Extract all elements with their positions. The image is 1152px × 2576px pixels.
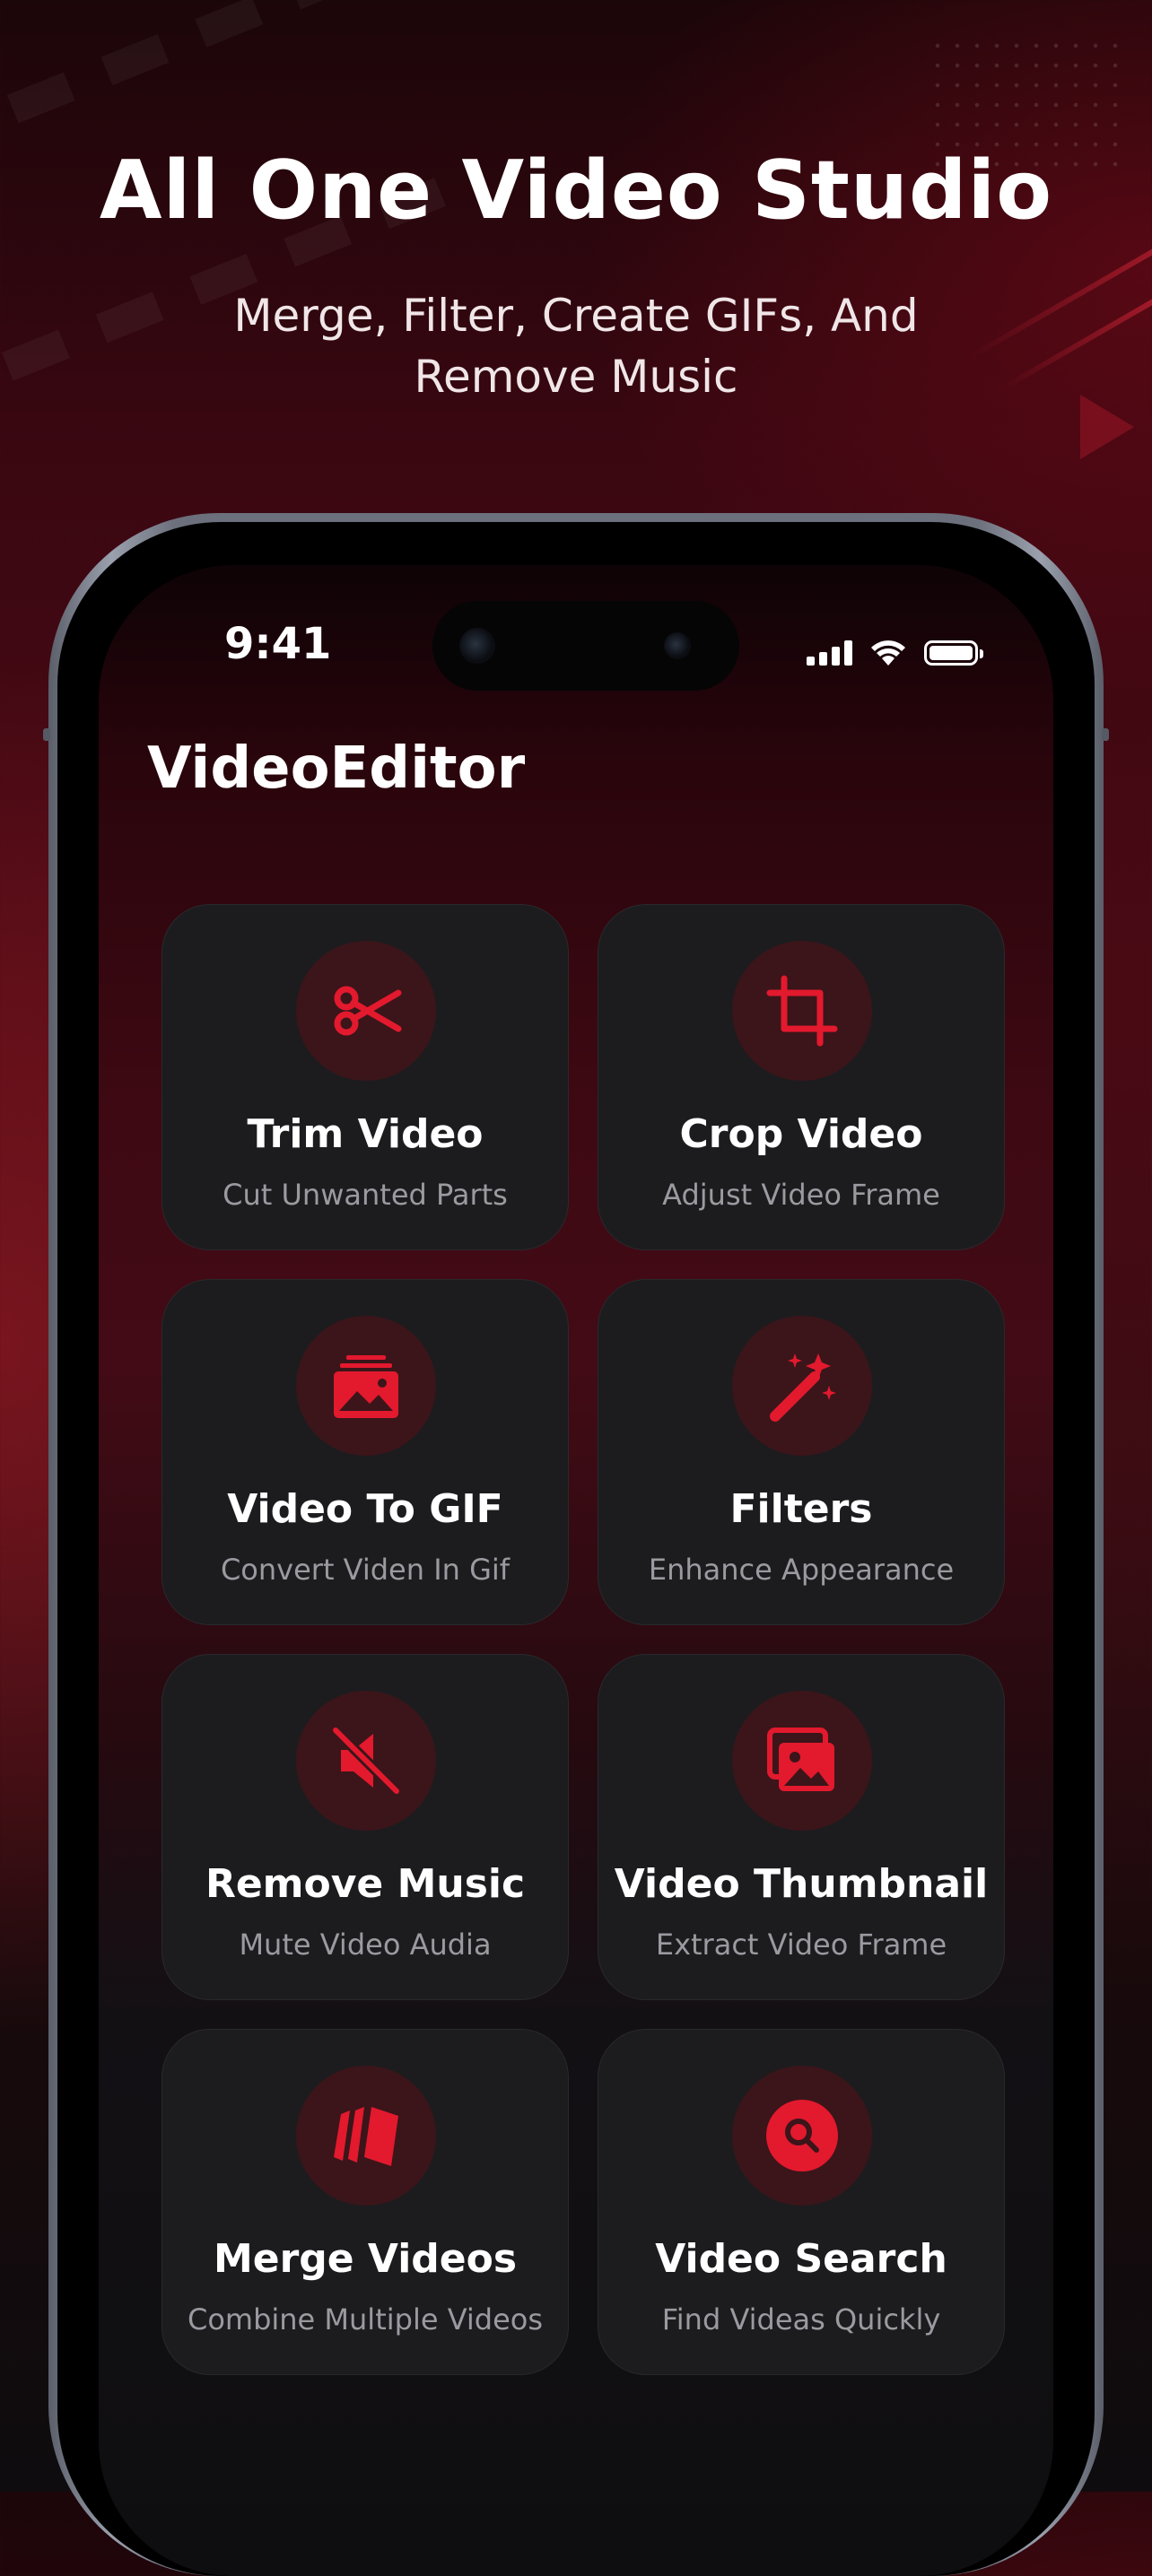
phone-side-button — [43, 728, 50, 741]
tool-subtitle: Mute Video Audia — [239, 1928, 492, 1962]
icon-badge — [732, 941, 872, 1081]
dynamic-island — [432, 601, 739, 691]
icon-badge — [732, 1691, 872, 1831]
camera-lens-icon — [459, 628, 495, 664]
cellular-signal-icon — [807, 640, 852, 666]
tool-title: Video Search — [655, 2236, 947, 2282]
tool-subtitle: Find Videas Quickly — [661, 2302, 941, 2337]
tool-card-crop-video[interactable]: Crop Video Adjust Video Frame — [598, 904, 1005, 1250]
tool-title: Trim Video — [247, 1111, 484, 1157]
tool-subtitle: Enhance Appearance — [648, 1553, 955, 1587]
tool-card-video-search[interactable]: Video Search Find Videas Quickly — [598, 2029, 1005, 2375]
tool-subtitle: Adjust Video Frame — [662, 1178, 940, 1212]
tool-card-video-thumbnail[interactable]: Video Thumbnail Extract Video Frame — [598, 1654, 1005, 2000]
sensor-icon — [664, 632, 691, 659]
tool-card-remove-music[interactable]: Remove Music Mute Video Audia — [161, 1654, 569, 2000]
tools-grid: Trim Video Cut Unwanted Parts Crop Video… — [161, 904, 1046, 2375]
scissors-icon — [334, 986, 402, 1036]
phone-screen: 9:41 VideoEditor Trim Video Cut Unwanted… — [99, 565, 1053, 2576]
tool-title: Merge Videos — [213, 2236, 518, 2282]
battery-icon — [924, 640, 983, 666]
light-streak-decoration — [1000, 296, 1152, 391]
tool-subtitle: Convert Viden In Gif — [220, 1553, 511, 1587]
tool-title: Video Thumbnail — [614, 1861, 989, 1907]
phone-mockup: 9:41 VideoEditor Trim Video Cut Unwanted… — [43, 513, 1109, 2576]
magic-wand-icon — [770, 1353, 836, 1422]
tool-title: Filters — [729, 1486, 873, 1532]
status-time: 9:41 — [224, 619, 332, 669]
tool-subtitle: Combine Multiple Videos — [187, 2302, 544, 2337]
tool-card-filters[interactable]: Filters Enhance Appearance — [598, 1279, 1005, 1625]
icon-badge — [732, 2066, 872, 2206]
light-streak-decoration — [968, 238, 1152, 360]
gallery-icon — [767, 1727, 834, 1791]
image-stack-icon — [334, 1355, 398, 1418]
icon-badge — [296, 1316, 436, 1456]
icon-badge — [296, 1691, 436, 1831]
tool-subtitle: Cut Unwanted Parts — [223, 1178, 508, 1212]
tool-card-merge-videos[interactable]: Merge Videos Combine Multiple Videos — [161, 2029, 569, 2375]
wifi-icon — [871, 640, 905, 666]
status-icons — [807, 635, 983, 671]
promo-headline: All One Video Studio — [99, 144, 1053, 238]
icon-badge — [296, 2066, 436, 2206]
phone-side-button — [1102, 728, 1109, 741]
play-icon — [1080, 395, 1134, 459]
app-title: VideoEditor — [147, 735, 526, 802]
tool-title: Video To GIF — [227, 1486, 503, 1532]
tool-subtitle: Extract Video Frame — [655, 1928, 947, 1962]
tool-card-video-to-gif[interactable]: Video To GIF Convert Viden In Gif — [161, 1279, 569, 1625]
tool-title: Remove Music — [205, 1861, 526, 1907]
mute-icon — [330, 1725, 402, 1797]
tool-card-trim-video[interactable]: Trim Video Cut Unwanted Parts — [161, 904, 569, 1250]
tool-title: Crop Video — [679, 1111, 923, 1157]
icon-badge — [732, 1316, 872, 1456]
search-icon — [766, 2100, 838, 2171]
icon-badge — [296, 941, 436, 1081]
layers-icon — [334, 2107, 398, 2166]
promo-subheadline: Merge, Filter, Create GIFs, And Remove M… — [233, 290, 919, 403]
crop-icon — [766, 975, 838, 1047]
